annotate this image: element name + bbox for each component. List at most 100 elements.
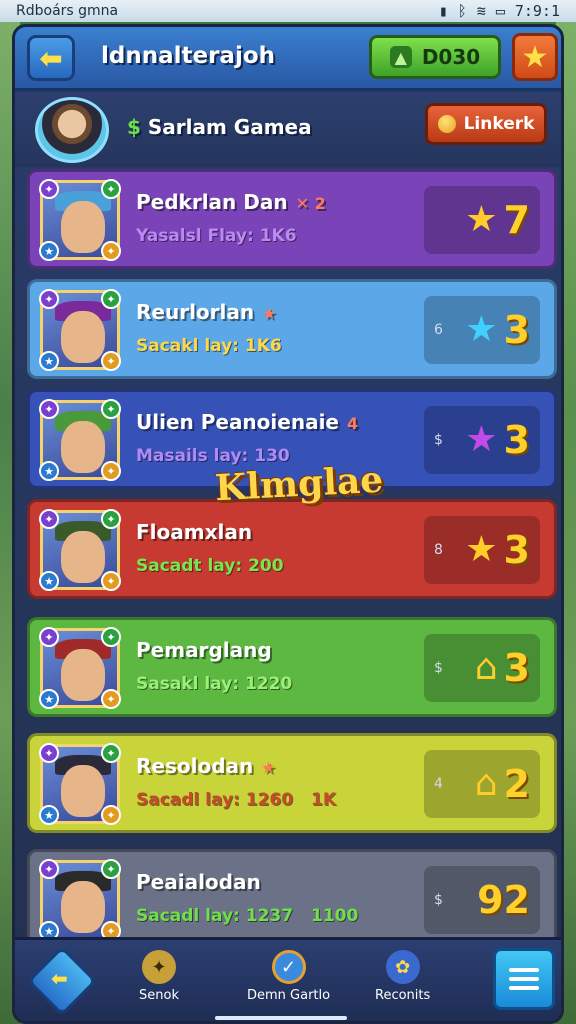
badge-icon: ✦ [101, 289, 121, 309]
badge-icon: ✦ [39, 289, 59, 309]
badge-icon: ✦ [101, 351, 121, 371]
status-bar: Rdboárs gmna ▮ ᛒ ≋ ▭ 7:9:1 [0, 0, 576, 22]
badge-icon: ✦ [101, 743, 121, 763]
main-panel: ⬅ ldnnalterajoh ▲ D030 ★ $ Sarlam Gamea … [12, 24, 564, 1024]
game-card[interactable]: ✦ ✦ ★ ✦ Peaialodan Sacadl lay: 1237 1100… [27, 849, 557, 949]
badge-icon: ✦ [101, 399, 121, 419]
nav-item-senok[interactable]: ✦ Senok [139, 950, 179, 1003]
badge-icon: ✦ [101, 461, 121, 481]
status-left-text: Rdboárs gmna [16, 3, 119, 19]
character-face [61, 421, 105, 473]
nav-label-reconits: Reconits [375, 988, 431, 1003]
nav-label-demn-gartlo: Demn Gartlo [247, 988, 331, 1003]
game-card[interactable]: ✦ ✦ ★ ✦ Floamxlan Sacadt lay: 200 8 ★ 3 [27, 499, 557, 599]
game-name: Floamxlan [136, 520, 253, 544]
badge-icon: ✦ [101, 627, 121, 647]
link-button-label: Linkerk [463, 114, 535, 134]
badge-icon: ✦ [101, 509, 121, 529]
star-icon: ★ [465, 199, 498, 240]
currency-button[interactable]: ▲ D030 [369, 35, 501, 79]
profile-row: $ Sarlam Gamea Linkerk [15, 93, 561, 167]
badge-icon: ★ [39, 689, 59, 709]
game-name: Ulien Peanoienaie 4 [136, 410, 359, 434]
character-face [61, 765, 105, 817]
badge-icon: ✦ [101, 689, 121, 709]
badge-icon: ✦ [39, 627, 59, 647]
game-card[interactable]: ✦ ✦ ★ ✦ Reurlorlan ★ Sacakl lay: 1K6 6 ★ … [27, 279, 557, 379]
score-box: 6 ★ 3 [424, 296, 540, 364]
bluetooth-icon: ᛒ [457, 2, 467, 20]
score-prefix: 8 [434, 542, 443, 558]
character-face [61, 881, 105, 933]
score-box: ★ 7 [424, 186, 540, 254]
character-face [61, 201, 105, 253]
badge-icon: ✦ [101, 179, 121, 199]
score-prefix: $ [434, 432, 443, 448]
nav-active-indicator [215, 1016, 347, 1020]
score-value: 2 [503, 762, 530, 806]
home-button[interactable]: ⬅ [26, 945, 98, 1017]
score-box: 8 ★ 3 [424, 516, 540, 584]
game-thumbnail: ✦ ✦ ★ ✦ [39, 289, 121, 371]
arrow-left-icon: ⬅ [39, 41, 63, 75]
badge-icon: ★ [39, 805, 59, 825]
game-subtitle: Yasalsl Flay: 1K6 [136, 226, 297, 246]
game-name: Pemarglang [136, 638, 272, 662]
back-button[interactable]: ⬅ [27, 35, 75, 81]
favorites-button[interactable]: ★ [512, 33, 558, 81]
game-card[interactable]: ✦ ✦ ★ ✦ Pemarglang Sasakl lay: 1220 $ ⌂ … [27, 617, 557, 717]
game-subtitle: Sacadl lay: 1260 1K [136, 790, 337, 810]
score-value: 7 [503, 198, 530, 242]
leaf-icon: ✦ [141, 950, 176, 984]
badge-icon: ✦ [101, 805, 121, 825]
score-prefix: $ [434, 660, 443, 676]
score-box: $ ⌂ 3 [424, 634, 540, 702]
star-icon: ★ [465, 529, 498, 570]
nav-label-senok: Senok [139, 988, 179, 1003]
score-prefix: 6 [434, 322, 443, 338]
badge-icon: ★ [39, 241, 59, 261]
house-icon: ⌂ [474, 647, 498, 688]
score-box: 4 ⌂ 2 [424, 750, 540, 818]
checkmark-badge-icon: ✓ [271, 950, 306, 984]
game-card[interactable]: ✦ ✦ ★ ✦ Resolodan ★ Sacadl lay: 1260 1K 4… [27, 733, 557, 833]
avatar[interactable] [35, 97, 109, 163]
game-thumbnail: ✦ ✦ ★ ✦ [39, 179, 121, 261]
badge-icon: ✦ [39, 179, 59, 199]
hamburger-menu-icon [509, 968, 539, 972]
game-subtitle: Sasakl lay: 1220 [136, 674, 293, 694]
badge-icon: ★ [39, 571, 59, 591]
game-name-mark: ★ [262, 304, 277, 323]
star-icon: ★ [465, 309, 498, 350]
character-face [61, 531, 105, 583]
profile-name-text: Sarlam Gamea [147, 115, 312, 139]
header: ⬅ ldnnalterajoh ▲ D030 ★ [15, 27, 561, 91]
nav-item-reconits[interactable]: ✿ Reconits [375, 950, 430, 1003]
flower-icon: ✿ [385, 950, 420, 984]
game-card[interactable]: ✦ ✦ ★ ✦ Pedkrlan Dan ✕ 2 Yasalsl Flay: 1K… [27, 169, 557, 269]
status-time: 7:9:1 [514, 2, 560, 20]
currency-value: D030 [421, 45, 481, 69]
score-value: 92 [477, 878, 530, 922]
plus-icon: ▲ [389, 46, 412, 68]
nav-item-demn-gartlo[interactable]: ✓ Demn Gartlo [247, 950, 330, 1003]
badge-icon: ✦ [101, 571, 121, 591]
house-icon: ⌂ [474, 763, 498, 804]
signal-icon: ▮ [438, 2, 448, 20]
home-diamond-icon: ⬅ [51, 966, 68, 991]
star-icon: ★ [521, 39, 549, 75]
score-prefix: 4 [434, 776, 443, 792]
game-thumbnail: ✦ ✦ ★ ✦ [39, 743, 121, 825]
badge-icon: ✦ [101, 241, 121, 261]
profile-name-prefix: $ [127, 115, 141, 139]
badge-icon: ★ [39, 351, 59, 371]
badge-icon: ✦ [39, 399, 59, 419]
badge-icon: ★ [39, 461, 59, 481]
badge-icon: ✦ [39, 859, 59, 879]
menu-button[interactable] [493, 948, 555, 1010]
status-right: ▮ ᛒ ≋ ▭ 7:9:1 [439, 2, 560, 20]
link-button[interactable]: Linkerk [425, 103, 547, 145]
wifi-icon: ≋ [476, 2, 486, 20]
character-face [61, 311, 105, 363]
profile-name: $ Sarlam Gamea [127, 115, 312, 139]
